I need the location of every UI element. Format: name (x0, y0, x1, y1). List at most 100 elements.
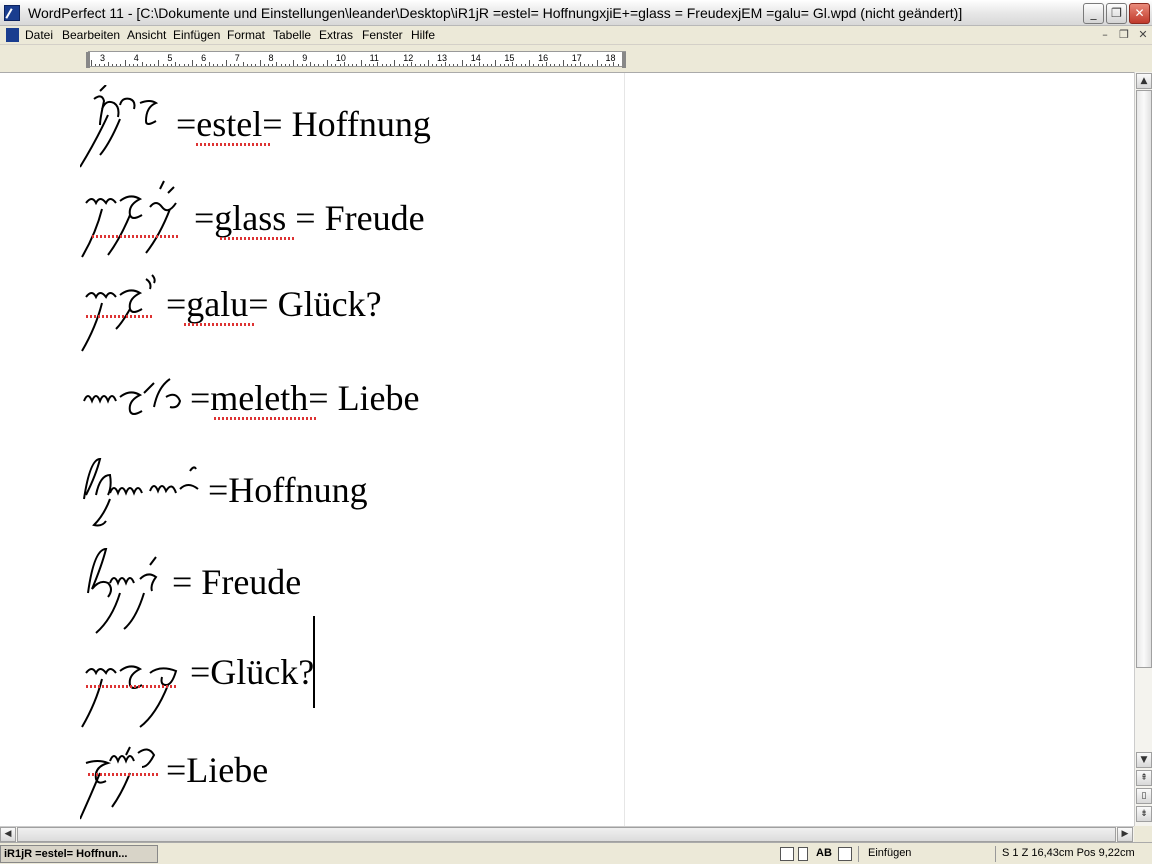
ruler-tick (149, 64, 151, 66)
ruler-number: 9 (302, 53, 308, 63)
ruler-tick (343, 62, 345, 66)
right-margin-marker[interactable] (622, 52, 626, 68)
ruler-tick (272, 64, 274, 66)
ruler-tick (103, 64, 105, 66)
document-line: =estel= Hoffnung (80, 85, 480, 168)
document-line: = Freude (80, 543, 480, 634)
ruler-tick (246, 64, 248, 66)
menu-tabelle[interactable]: Tabelle (273, 28, 311, 42)
restore-button[interactable]: ❐ (1106, 3, 1127, 24)
ruler-tick (238, 64, 240, 66)
ruler-scale[interactable]: 3 4 5 6 7 8 9 10 11 12 13 14 15 16 17 18 (86, 51, 626, 68)
menu-fenster[interactable]: Fenster (362, 28, 403, 42)
scroll-up-button[interactable]: ▲ (1136, 73, 1152, 89)
menu-datei[interactable]: Datei (25, 28, 53, 42)
ruler-tick (251, 64, 253, 66)
ruler-tick (208, 62, 210, 66)
ruler-tick (204, 64, 206, 66)
ruler-tick (503, 64, 505, 66)
line-text: =estel= Hoffnung (176, 104, 431, 144)
ruler-tick (217, 64, 219, 66)
ruler-tick (486, 64, 488, 66)
scroll-right-button[interactable]: ▶ (1117, 827, 1133, 842)
document-line: =Glück? (80, 649, 480, 728)
document-task-tab[interactable]: iR1jR =estel= Hoffnun... (0, 845, 158, 863)
horizontal-scrollbar[interactable]: ◀ ▶ (0, 826, 1134, 842)
spellcheck-underline (88, 773, 158, 776)
ruler-tick (596, 60, 598, 66)
doc-minimize-button[interactable]: – (1098, 28, 1112, 42)
close-button[interactable]: ✕ (1129, 3, 1150, 24)
spellcheck-underline (86, 685, 176, 688)
ruler-tick (482, 64, 484, 66)
ruler-tick (364, 64, 366, 66)
line-text: =glass = Freude (194, 198, 425, 238)
tengwar-glyphs (80, 746, 156, 820)
insert-mode-status[interactable]: Einfügen (868, 847, 911, 859)
vertical-scroll-thumb[interactable] (1136, 90, 1152, 668)
ruler-tick (356, 64, 358, 66)
ruler-tick (453, 64, 455, 66)
menu-einfuegen[interactable]: Einfügen (173, 28, 220, 42)
ruler-tick (457, 64, 459, 66)
ruler-tick (171, 64, 173, 66)
ruler-tick (406, 64, 408, 66)
menu-bar: Datei Bearbeiten Ansicht Einfügen Format… (0, 26, 1152, 45)
menu-bearbeiten[interactable]: Bearbeiten (62, 28, 120, 42)
ruler-tick (162, 64, 164, 66)
vertical-scrollbar[interactable]: ▲ ▼ ⇞ ▯ ⇟ (1134, 72, 1152, 826)
document-line: =meleth= Liebe (80, 367, 480, 427)
ruler-tick (512, 62, 514, 66)
menu-ansicht[interactable]: Ansicht (127, 28, 166, 42)
page-icon[interactable]: ▯ (1136, 788, 1152, 804)
ruler-tick (322, 64, 324, 66)
printer-icon[interactable] (838, 847, 852, 861)
ruler-tick (255, 64, 257, 66)
text-cursor-icon[interactable] (798, 847, 808, 861)
ruler-tick (339, 64, 341, 66)
cursor-position-status[interactable]: S 1 Z 16,43cm Pos 9,22cm (1002, 847, 1135, 859)
wordperfect-app-icon[interactable] (4, 5, 20, 21)
ruler-tick (600, 64, 602, 66)
menu-extras[interactable]: Extras (319, 28, 353, 42)
previous-page-button[interactable]: ⇞ (1136, 770, 1152, 786)
document-status-icon[interactable] (780, 847, 794, 861)
ruler-tick (175, 62, 177, 66)
ruler-tick (419, 64, 421, 66)
next-page-button[interactable]: ⇟ (1136, 806, 1152, 822)
document-line: =glass = Freude (80, 179, 480, 258)
ruler-tick (571, 64, 573, 66)
ruler-tick (310, 62, 312, 66)
ruler-tick (373, 64, 375, 66)
horizontal-scroll-thumb[interactable] (17, 827, 1116, 842)
scroll-down-button[interactable]: ▼ (1136, 752, 1152, 768)
menu-hilfe[interactable]: Hilfe (411, 28, 435, 42)
ruler-tick (196, 64, 198, 66)
ruler-tick (592, 64, 594, 66)
ruler-tick (428, 60, 429, 66)
ruler[interactable]: 3 4 5 6 7 8 9 10 11 12 13 14 15 16 17 18 (0, 46, 1152, 72)
menu-format[interactable]: Format (227, 28, 265, 42)
spellcheck-status[interactable]: AB (816, 847, 832, 859)
ruler-tick (444, 62, 446, 66)
ruler-tick (331, 64, 333, 66)
left-margin-marker[interactable] (86, 52, 90, 68)
line-text: =Hoffnung (208, 470, 368, 510)
ruler-tick (314, 64, 316, 66)
ruler-number: 4 (133, 53, 139, 63)
spellcheck-underline (214, 417, 318, 420)
scroll-left-button[interactable]: ◀ (0, 827, 16, 842)
document-area[interactable]: =estel= Hoffnung =glass = Freude =galu= … (0, 72, 1134, 826)
doc-close-button[interactable]: ✕ (1136, 28, 1150, 42)
tengwar-glyphs (83, 378, 182, 415)
ruler-tick (491, 64, 493, 66)
ruler-tick (516, 64, 518, 66)
document-icon[interactable] (6, 28, 19, 42)
ruler-tick (263, 64, 265, 66)
tengwar-glyphs (81, 180, 177, 258)
minimize-button[interactable]: _ (1083, 3, 1104, 24)
document-line: =galu= Glück? (80, 273, 480, 352)
right-margin-guide (624, 73, 625, 826)
ruler-tick (613, 62, 615, 66)
doc-restore-button[interactable]: ❐ (1117, 28, 1131, 42)
